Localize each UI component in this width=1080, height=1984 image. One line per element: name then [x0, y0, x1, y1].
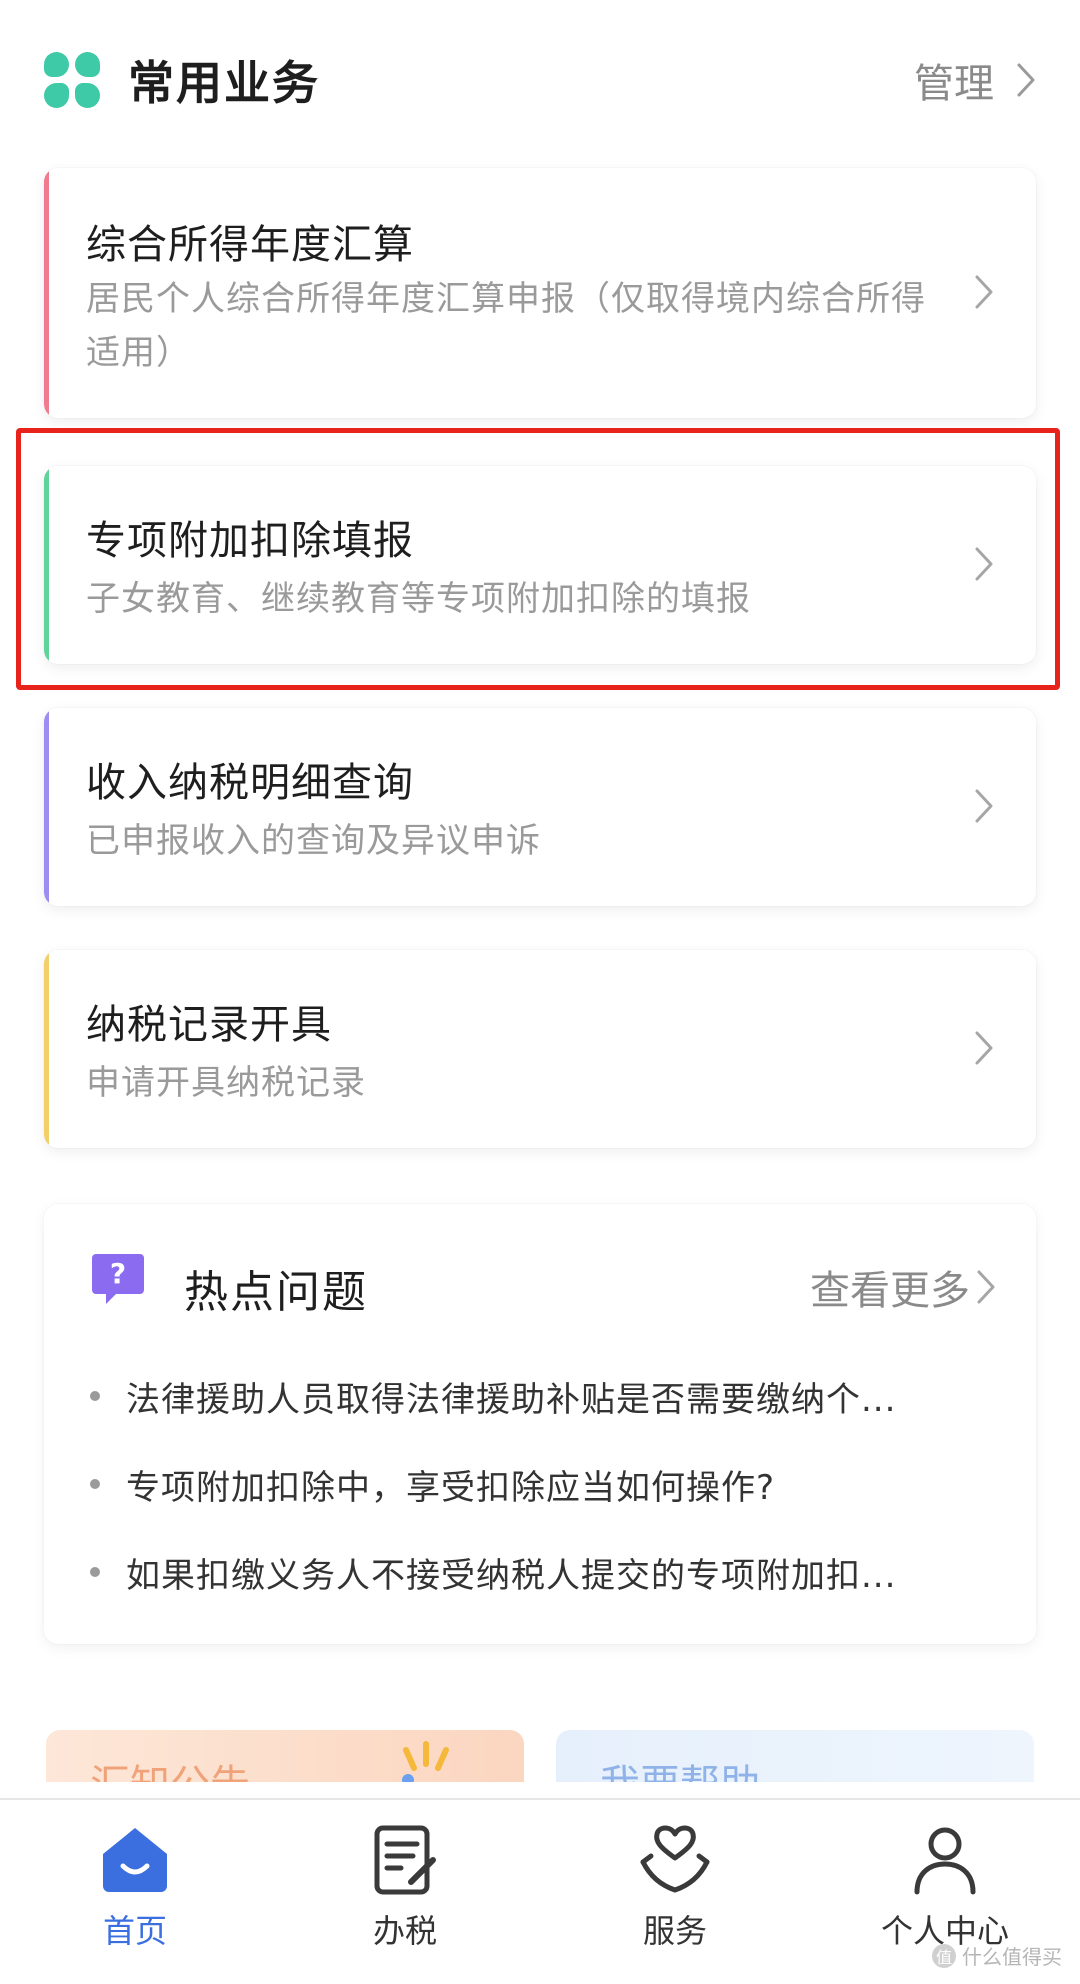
tab-tax[interactable]: 办税 [270, 1800, 540, 1984]
tax-form-icon [374, 1825, 436, 1895]
card-title: 综合所得年度汇算 [86, 222, 414, 268]
card-description: 居民个人综合所得年度汇算申报（仅取得境内综合所得适用） [86, 279, 926, 373]
card-title: 纳税记录开具 [86, 1002, 332, 1048]
question-text: 如果扣缴义务人不接受纳税人提交的专项附加扣... [126, 1555, 897, 1596]
question-bubble-icon: ? [90, 1250, 146, 1306]
tab-label: 服务 [642, 1912, 707, 1950]
question-text: 专项附加扣除中，享受扣除应当如何操作? [126, 1467, 776, 1508]
tab-label: 首页 [102, 1912, 167, 1950]
bullet-icon [90, 1479, 100, 1489]
home-icon [103, 1828, 167, 1892]
highlight-box [16, 428, 1060, 690]
tab-label: 办税 [372, 1912, 437, 1950]
watermark-logo-icon: 值 [932, 1943, 956, 1968]
section-header: 常用业务 管理 [44, 40, 1036, 120]
promo-card-announcement[interactable]: 汇知公告 [46, 1730, 524, 1782]
tab-service[interactable]: 服务 [540, 1800, 810, 1984]
hot-questions-title: 热点问题 [184, 1267, 368, 1318]
heart-hands-icon [640, 1825, 710, 1893]
view-more-button[interactable]: 查看更多 [810, 1258, 996, 1316]
chevron-right-icon [974, 1030, 994, 1070]
promo-label: 我要帮助 [600, 1752, 760, 1782]
section-title: 常用业务 [128, 56, 320, 110]
tab-home[interactable]: 首页 [0, 1800, 270, 1984]
bullet-icon [90, 1391, 100, 1401]
question-list: 法律援助人员取得法律援助补贴是否需要缴纳个... 专项附加扣除中，享受扣除应当如… [90, 1352, 1010, 1616]
card-accent-stripe [44, 168, 49, 418]
app-page: 常用业务 管理 综合所得年度汇算 居民个人综合所得年度汇算申报（仅取得境内综合所… [0, 0, 1080, 1984]
question-item[interactable]: 如果扣缴义务人不接受纳税人提交的专项附加扣... [90, 1528, 1010, 1616]
promo-label: 汇知公告 [90, 1752, 250, 1782]
card-title: 收入纳税明细查询 [86, 760, 414, 806]
chevron-right-icon [974, 274, 994, 314]
manage-label: 管理 [914, 61, 994, 107]
chevron-right-icon [974, 788, 994, 828]
sun-rays-icon [402, 1741, 449, 1782]
promo-card-help[interactable]: 我要帮助 [556, 1730, 1034, 1782]
service-card-annual-settlement[interactable]: 综合所得年度汇算 居民个人综合所得年度汇算申报（仅取得境内综合所得适用） [44, 168, 1036, 418]
card-description: 申请开具纳税记录 [86, 1063, 366, 1103]
person-icon [914, 1827, 976, 1895]
svg-text:?: ? [110, 1257, 126, 1290]
hot-questions-panel: ? 热点问题 查看更多 法律援助人员取得法律援助补贴是否需要缴纳个... 专项附… [44, 1204, 1036, 1644]
bottom-tab-bar: 首页 办税 服务 个人中心 值 什么值得买 [0, 1798, 1080, 1984]
question-text: 法律援助人员取得法律援助补贴是否需要缴纳个... [126, 1379, 897, 1420]
card-accent-stripe [44, 950, 49, 1148]
watermark-text: 什么值得买 [962, 1945, 1062, 1969]
card-accent-stripe [44, 708, 49, 906]
card-description: 已申报收入的查询及异议申诉 [86, 821, 541, 861]
chevron-right-icon [1016, 62, 1036, 98]
watermark: 值 什么值得买 [932, 1941, 1062, 1970]
clover-icon [44, 52, 100, 108]
question-item[interactable]: 专项附加扣除中，享受扣除应当如何操作? [90, 1440, 1010, 1528]
question-item[interactable]: 法律援助人员取得法律援助补贴是否需要缴纳个... [90, 1352, 1010, 1440]
manage-button[interactable]: 管理 [914, 51, 1036, 109]
bullet-icon [90, 1567, 100, 1577]
view-more-label: 查看更多 [810, 1268, 970, 1314]
service-card-tax-record[interactable]: 纳税记录开具 申请开具纳税记录 [44, 950, 1036, 1148]
service-card-income-query[interactable]: 收入纳税明细查询 已申报收入的查询及异议申诉 [44, 708, 1036, 906]
chevron-right-icon [976, 1269, 996, 1305]
